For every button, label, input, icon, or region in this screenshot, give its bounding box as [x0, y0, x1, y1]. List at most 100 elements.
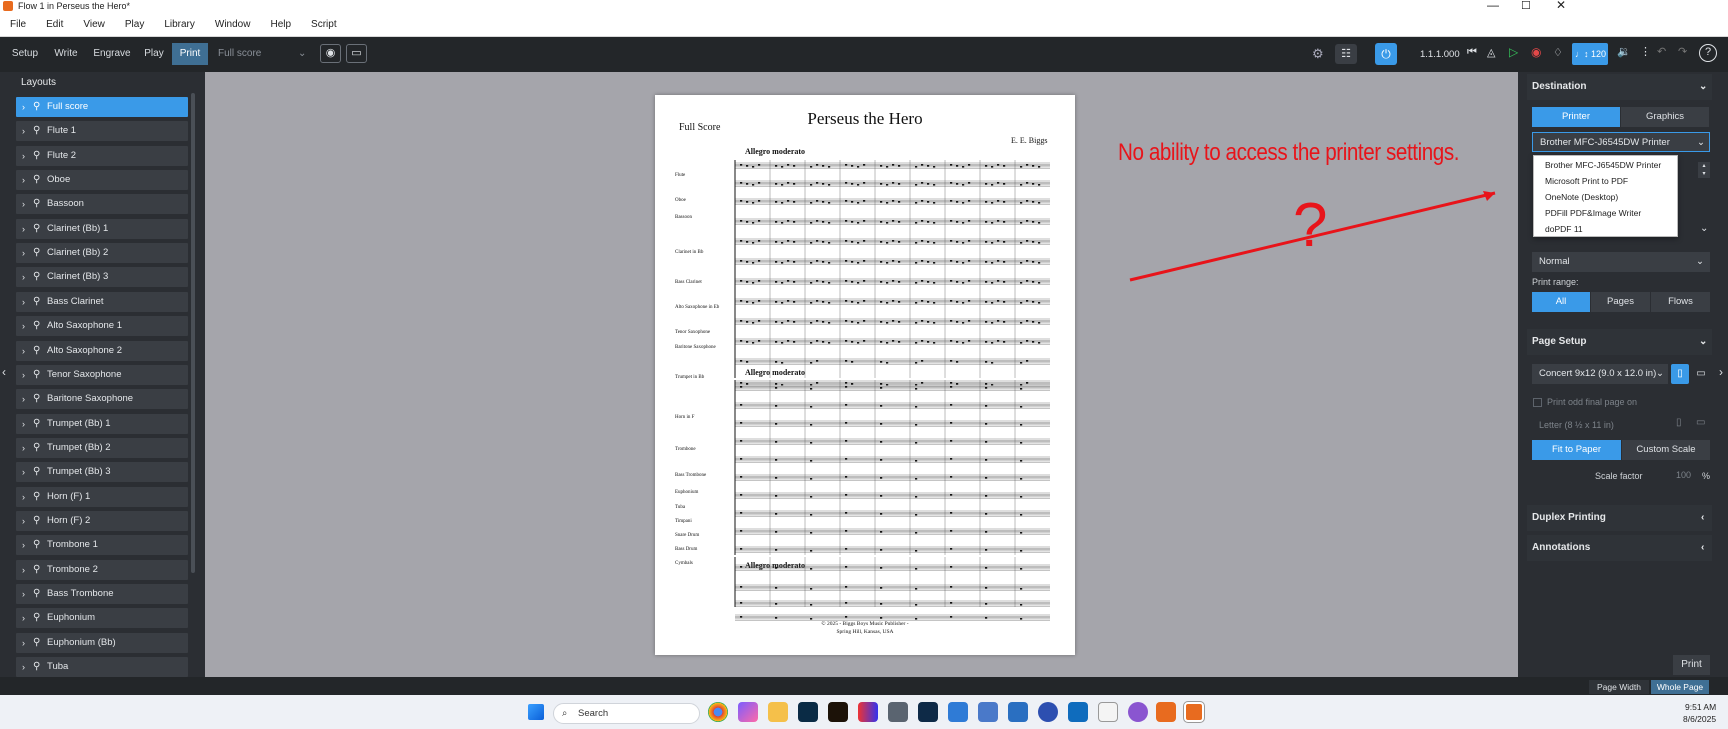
custom-scale-tab[interactable]: Custom Scale	[1622, 440, 1710, 460]
help-icon[interactable]: ?	[1699, 44, 1717, 62]
chrome-icon[interactable]	[708, 702, 728, 722]
undo-icon[interactable]: ↶	[1657, 45, 1666, 58]
collapse-right-icon[interactable]: ›	[1719, 365, 1723, 379]
chevron-right-icon[interactable]: ›	[22, 560, 25, 580]
duplex-header[interactable]: Duplex Printing ‹	[1527, 505, 1712, 531]
printer-option[interactable]: Brother MFC-J6545DW Printer	[1534, 157, 1677, 173]
layout-item[interactable]: › ⚲ Horn (F) 2	[16, 510, 188, 531]
menu-script[interactable]: Script	[301, 13, 347, 37]
mixer-icon[interactable]: ☷	[1335, 44, 1357, 64]
fit-to-paper-tab[interactable]: Fit to Paper	[1532, 440, 1621, 460]
chevron-right-icon[interactable]: ›	[22, 219, 25, 239]
graphics-tab[interactable]: Graphics	[1621, 107, 1709, 127]
layout-selector[interactable]: Full score ⌄	[218, 43, 308, 65]
chevron-right-icon[interactable]: ›	[22, 608, 25, 628]
chevron-right-icon[interactable]: ›	[22, 365, 25, 385]
layout-item[interactable]: › ⚲ Trombone 2	[16, 559, 188, 580]
layout-item[interactable]: › ⚲ Clarinet (Bb) 1	[16, 218, 188, 239]
print-button[interactable]: Print	[1673, 655, 1710, 675]
printer-dropdown[interactable]: Brother MFC-J6545DW Printer ⌄	[1532, 132, 1710, 152]
photoshop-icon[interactable]	[918, 702, 938, 722]
chevron-right-icon[interactable]: ›	[22, 438, 25, 458]
app-icon[interactable]	[1038, 702, 1058, 722]
app-icon[interactable]	[1128, 702, 1148, 722]
calculator-icon[interactable]	[888, 702, 908, 722]
minimize-button[interactable]: —	[1487, 0, 1499, 12]
scale-factor-input[interactable]: 100	[1655, 467, 1695, 484]
lightroom-icon[interactable]	[798, 702, 818, 722]
windows-start-icon[interactable]	[528, 704, 544, 720]
printer-option[interactable]: OneNote (Desktop)	[1534, 189, 1677, 205]
layout-item[interactable]: › ⚲ Bass Clarinet	[16, 291, 188, 312]
bridge-icon[interactable]	[828, 702, 848, 722]
chevron-right-icon[interactable]: ›	[22, 316, 25, 336]
mode-write[interactable]: Write	[47, 43, 85, 65]
rewind-icon[interactable]: ⏮	[1467, 46, 1477, 59]
mode-engrave[interactable]: Engrave	[89, 43, 135, 65]
tempo-button[interactable]: ♩↕ 120	[1572, 43, 1608, 65]
menu-window[interactable]: Window	[205, 13, 261, 37]
landscape-icon[interactable]: ▭	[1692, 364, 1710, 384]
layout-item[interactable]: › ⚲ Flute 2	[16, 145, 188, 166]
video-icon[interactable]: ⚙	[1312, 46, 1324, 62]
menu-play[interactable]: Play	[115, 13, 154, 37]
menu-edit[interactable]: Edit	[36, 13, 73, 37]
layout-item[interactable]: › ⚲ Bass Trombone	[16, 584, 188, 604]
activate-power-icon[interactable]: ⏻	[1375, 43, 1397, 65]
layout-item[interactable]: › ⚲ Trombone 1	[16, 535, 188, 556]
layout-item[interactable]: › ⚲ Trumpet (Bb) 1	[16, 413, 188, 434]
layout-item[interactable]: › ⚲ Flute 1	[16, 121, 188, 142]
layout-item[interactable]: › ⚲ Clarinet (Bb) 3	[16, 267, 188, 288]
odd-landscape-icon[interactable]: ▭	[1696, 417, 1705, 428]
annotations-header[interactable]: Annotations ‹	[1527, 535, 1712, 561]
chevron-right-icon[interactable]: ›	[22, 97, 25, 117]
zoom-page-width[interactable]: Page Width	[1589, 680, 1649, 694]
left-panel-scrollbar[interactable]	[191, 93, 195, 573]
notepad-icon[interactable]	[948, 702, 968, 722]
play-icon[interactable]: ▷	[1509, 45, 1518, 59]
range-pages-tab[interactable]: Pages	[1591, 292, 1650, 312]
menu-view[interactable]: View	[73, 13, 115, 37]
mode-print[interactable]: Print	[172, 43, 208, 65]
destination-header[interactable]: Destination ⌄	[1527, 74, 1712, 100]
layout-item[interactable]: › ⚲ Euphonium	[16, 608, 188, 629]
close-button[interactable]: ✕	[1556, 0, 1566, 12]
dorico-icon[interactable]	[1184, 702, 1204, 722]
chevron-right-icon[interactable]: ›	[22, 146, 25, 166]
menu-library[interactable]: Library	[154, 13, 205, 37]
layout-item[interactable]: › ⚲ Euphonium (Bb)	[16, 632, 188, 653]
range-all-tab[interactable]: All	[1532, 292, 1590, 312]
chevron-right-icon[interactable]: ›	[22, 292, 25, 312]
more-icon[interactable]: ⋮	[1640, 45, 1651, 58]
chevron-right-icon[interactable]: ›	[22, 511, 25, 531]
app-icon[interactable]	[1156, 702, 1176, 722]
printer-option[interactable]: doPDF 11	[1534, 221, 1677, 237]
chevron-right-icon[interactable]: ›	[22, 389, 25, 409]
menu-help[interactable]: Help	[260, 13, 301, 37]
paper-size-dropdown[interactable]: Concert 9x12 (9.0 x 12.0 in) ⌄	[1532, 364, 1668, 384]
chevron-right-icon[interactable]: ›	[22, 633, 25, 653]
range-flows-tab[interactable]: Flows	[1651, 292, 1710, 312]
metronome-icon[interactable]: ◬	[1487, 46, 1495, 59]
record-icon[interactable]: ◉	[1531, 45, 1541, 59]
collapse-left-icon[interactable]: ‹	[2, 365, 6, 379]
layout-item[interactable]: › ⚲ Clarinet (Bb) 2	[16, 243, 188, 264]
chevron-right-icon[interactable]: ›	[22, 121, 25, 141]
app-icon[interactable]	[1098, 702, 1118, 722]
chevron-right-icon[interactable]: ›	[22, 414, 25, 434]
job-type-collapse-icon[interactable]: ⌄	[1700, 223, 1708, 234]
finale-icon[interactable]	[1008, 702, 1028, 722]
audio-icon[interactable]	[858, 702, 878, 722]
copilot-icon[interactable]	[738, 702, 758, 722]
printer-option[interactable]: PDFill PDF&Image Writer	[1534, 205, 1677, 221]
layout-item[interactable]: › ⚲ Horn (F) 1	[16, 486, 188, 507]
layout-item[interactable]: › ⚲ Full score	[16, 97, 188, 117]
layout-item[interactable]: › ⚲ Alto Saxophone 1	[16, 316, 188, 337]
click-icon[interactable]: ♢	[1553, 46, 1563, 59]
layout-item[interactable]: › ⚲ Alto Saxophone 2	[16, 340, 188, 361]
frame-view-icon[interactable]: ▭	[346, 44, 367, 63]
mode-play[interactable]: Play	[138, 43, 170, 65]
chevron-right-icon[interactable]: ›	[22, 535, 25, 555]
volume-icon[interactable]: 🔉	[1617, 45, 1631, 58]
chevron-right-icon[interactable]: ›	[22, 170, 25, 190]
